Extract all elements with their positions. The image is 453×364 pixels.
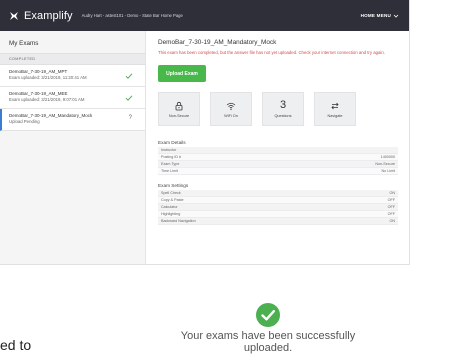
table-row: Calculator OFF [158,204,398,211]
wifi-icon [226,102,236,110]
setting-value: OFF [387,198,395,202]
table-row: Backward Navigation ON [158,218,398,225]
cropped-edge-text: ed to [0,337,32,353]
table-row: Copy & Paste OFF [158,197,398,204]
app-name: Examplify [24,9,73,22]
exam-list-item-selected[interactable]: DemoBar_7-30-19_AM_Mandatory_Mock Upload… [0,109,145,131]
detail-key: Exam Type [161,162,180,166]
tile-label: WiFi On [224,113,238,118]
exam-details-heading: Exam Details [158,140,186,145]
exam-title: DemoBar_7-30-19_AM_Mandatory_Mock [158,39,277,46]
check-icon [125,95,133,101]
exam-info-tiles: Non-Secure WiFi On 3 Questions Navigate [158,92,398,126]
upload-exam-button[interactable]: Upload Exam [158,65,206,82]
home-menu-label: HOME MENU [360,13,391,18]
tile-security: Non-Secure [158,92,200,126]
app-logo: Examplify [8,10,73,22]
exam-settings-table: Spell Check ON Copy & Paste OFF Calculator… [158,190,398,225]
setting-key: Spell Check [161,191,181,195]
exam-status: Exam uploaded: 3/21/2019, 9:07:01 AM [9,97,85,102]
pending-indicator: ? [128,115,132,121]
section-label-completed: COMPLETED [0,53,145,65]
tile-wifi: WiFi On [210,92,252,126]
exam-details-table: Instructor Posting ID # 1400000 Exam Type… [158,147,398,175]
tile-navigate: Navigate [314,92,356,126]
table-row: Highlighting OFF [158,211,398,218]
examplify-logo-icon [10,11,18,20]
detail-key: Instructor [161,148,177,152]
setting-key: Calculator [161,205,178,209]
detail-value: No Limit [381,169,395,173]
setting-value: OFF [387,212,395,216]
detail-key: Time Limit [161,169,178,173]
upload-notice: This exam has been completed, but the an… [158,50,385,55]
exam-status: Upload Pending [9,119,40,124]
navigate-arrows-icon [331,102,339,109]
tile-label: Questions [274,114,292,118]
check-icon [125,73,133,79]
success-check-icon [256,303,280,327]
exam-list-item[interactable]: DemoBar_7-30-19_AM_MPT Exam uploaded: 3/… [0,65,145,87]
table-row: Time Limit No Limit [158,168,398,175]
sidebar-title: My Exams [9,40,39,47]
table-row: Posting ID # 1400000 [158,154,398,161]
exam-status: Exam uploaded: 3/21/2019, 11:20:41 AM [9,75,87,80]
examplify-window: Examplify Audry Hart - astest101 - Demo … [0,0,410,265]
detail-value: Non-Secure [375,162,395,166]
success-text: Your exams have been successfully upload… [180,330,356,354]
table-row: Spell Check ON [158,190,398,197]
exam-sidebar: My Exams COMPLETED DemoBar_7-30-19_AM_MP… [0,31,146,264]
setting-value: OFF [387,205,395,209]
tile-questions: 3 Questions [262,92,304,126]
top-bar: Examplify Audry Hart - astest101 - Demo … [0,0,409,31]
lock-icon [175,101,183,110]
exam-detail-panel: DemoBar_7-30-19_AM_Mandatory_Mock This e… [146,31,409,264]
home-menu-button[interactable]: HOME MENU [361,13,399,19]
detail-key: Posting ID # [161,155,182,159]
question-count: 3 [279,99,287,111]
setting-value: ON [389,219,395,223]
table-row: Instructor [158,147,398,154]
exam-list-item[interactable]: DemoBar_7-30-19_AM_MEE Exam uploaded: 3/… [0,87,145,109]
chevron-down-icon [393,14,399,18]
upload-success-message: Your exams have been successfully upload… [180,302,356,354]
setting-key: Highlighting [161,212,181,216]
tile-label: Non-Secure [168,113,190,118]
setting-key: Copy & Paste [161,198,184,202]
setting-value: ON [389,191,395,195]
setting-key: Backward Navigation [161,219,196,223]
user-info: Audry Hart - astest101 - Demo - State Ba… [81,13,183,18]
exam-settings-heading: Exam Settings [158,183,189,188]
tile-label: Navigate [327,113,343,118]
table-row: Exam Type Non-Secure [158,161,398,168]
detail-value: 1400000 [380,155,395,159]
